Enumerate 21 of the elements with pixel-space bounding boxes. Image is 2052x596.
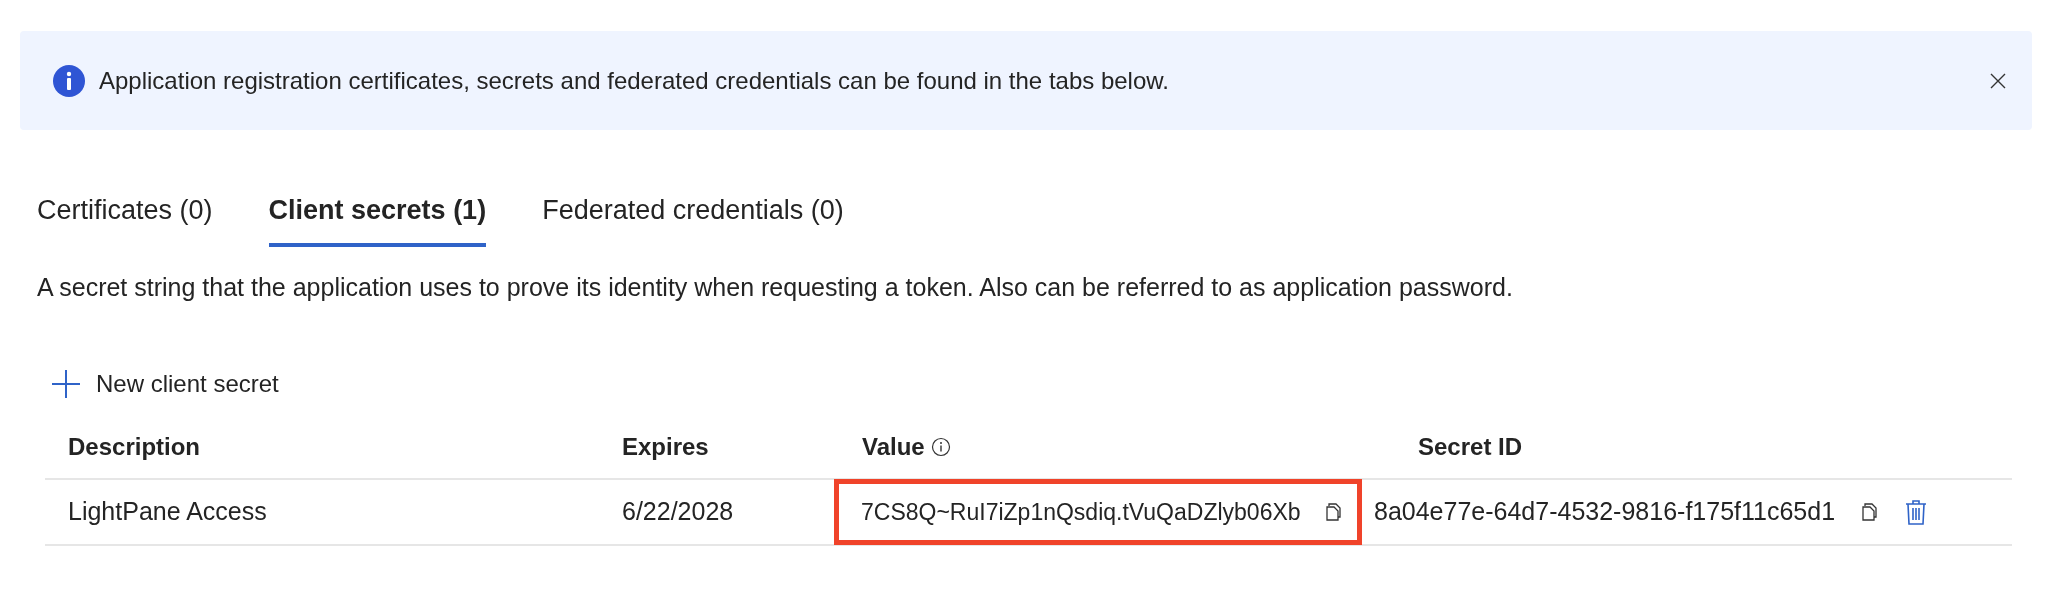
table-cell-text: 8a04e77e-64d7-4532-9816-f175f11c65d1 (1374, 496, 1836, 528)
tab[interactable]: Federated credentials (0) (542, 190, 844, 247)
plus-icon (52, 370, 80, 398)
secret-value: 7CS8Q~RuI7iZp1nQsdiq.tVuQaDZlyb06Xb (861, 497, 1301, 527)
copy-icon[interactable] (1325, 502, 1343, 522)
tab[interactable]: Client secrets (1) (268, 190, 487, 247)
new-client-secret-button[interactable]: New client secret (52, 366, 279, 402)
tab[interactable]: Certificates (0) (37, 190, 213, 247)
column-header: Expires (622, 432, 709, 462)
banner-message: Application registration certificates, secrets and federated credentials can be found in the tabs below. (99, 65, 1169, 96)
column-header: Secret ID (1418, 432, 1523, 462)
description-text: A secret string that the application uses to prove its identity when requesting a token. Also can be referred to as application password. (36, 271, 1514, 303)
column-header: Value (862, 429, 951, 465)
info-icon (930, 437, 951, 457)
info-icon (53, 64, 85, 97)
column-header: Description (68, 432, 201, 462)
copy-icon[interactable] (1861, 502, 1880, 522)
table-cell: 6/22/2028 (622, 497, 734, 526)
close-icon (1990, 72, 2006, 89)
table-cell: LightPane Access (68, 497, 267, 526)
delete-icon[interactable] (1905, 499, 1928, 525)
